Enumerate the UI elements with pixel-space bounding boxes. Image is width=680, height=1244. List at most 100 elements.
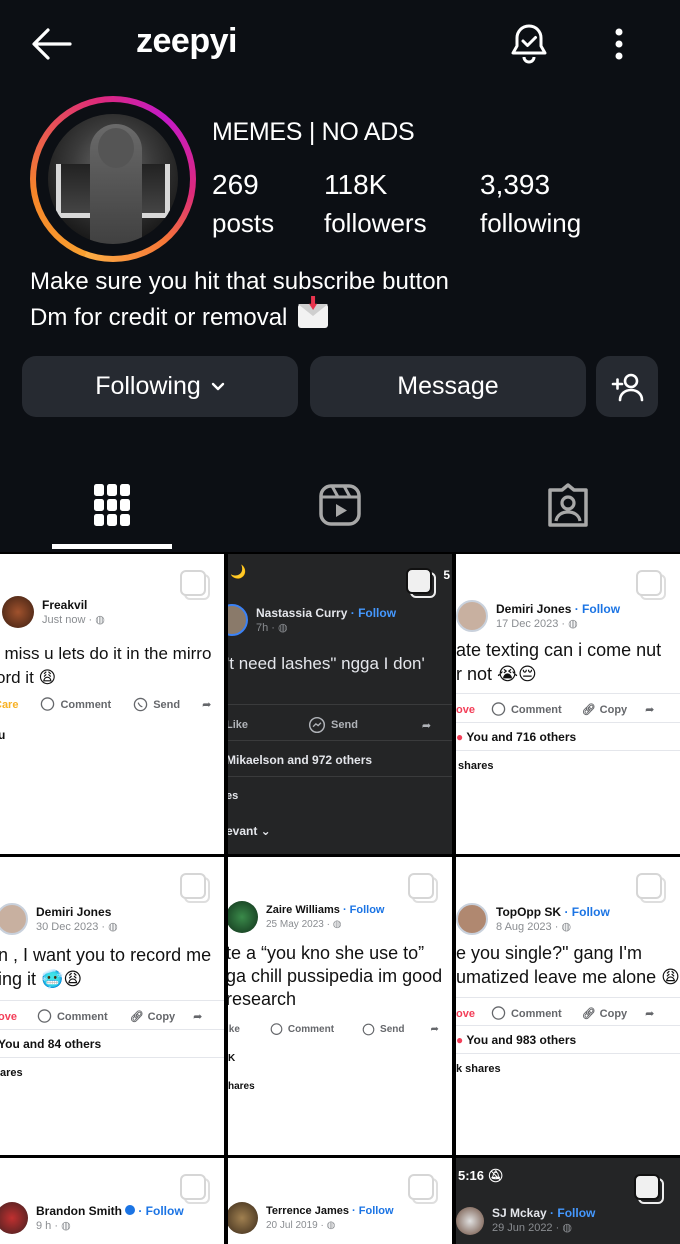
grid-post[interactable]: Brandon Smith · Follow 9 h · ◍ <box>0 1158 224 1244</box>
tab-posts-grid[interactable] <box>82 480 142 530</box>
care-action: Care <box>0 698 19 711</box>
posts-count: 269 <box>212 169 259 200</box>
follow-link[interactable]: · Follow <box>138 1204 183 1218</box>
post-meta: 17 Dec 2023 · ◍ <box>496 617 578 630</box>
comment-action: Comment <box>491 702 562 717</box>
post-shares: es <box>228 790 239 802</box>
post-shares: k shares <box>456 1063 501 1075</box>
comment-action: Comment <box>491 1006 562 1021</box>
post-meta: 9 h · ◍ <box>36 1219 71 1232</box>
follow-link[interactable]: · Follow <box>575 602 620 616</box>
post-meta: 29 Jun 2022 · ◍ <box>492 1222 572 1234</box>
post-header: Brandon Smith · Follow 9 h · ◍ <box>0 1202 184 1234</box>
post-actions: ove Comment 🔗︎ Copy ➦ <box>0 1009 202 1024</box>
post-actions: ike Comment Send ➦ <box>228 1023 439 1036</box>
stat-followers[interactable]: 118K followers <box>324 168 427 240</box>
posts-label: posts <box>212 208 275 238</box>
grid-post[interactable]: Freakvil Just now · ◍ i miss u lets do i… <box>0 554 224 854</box>
post-reactions: ● You and 716 others <box>456 730 577 744</box>
followers-label: followers <box>324 208 427 238</box>
divider <box>228 776 452 777</box>
share-icon: ➦ <box>202 699 212 711</box>
follow-link[interactable]: · Follow <box>343 904 385 916</box>
back-button[interactable] <box>28 24 76 64</box>
avatar-photo-hood <box>98 128 134 168</box>
grid-icon <box>94 484 130 526</box>
profile-username: zeepyi <box>136 22 237 60</box>
globe-icon: ◍ <box>95 613 105 626</box>
globe-icon: ◍ <box>326 1219 336 1231</box>
post-meta: 30 Dec 2023 · ◍ <box>36 920 118 933</box>
post-text: ate texting can i come nut r not 😭😔 <box>456 640 662 684</box>
follow-link[interactable]: · Follow <box>352 1205 394 1217</box>
carousel-icon <box>408 873 438 903</box>
carousel-icon <box>636 570 666 600</box>
carousel-icon <box>634 1174 664 1204</box>
post-text: n , I want you to record me ing it 🥶😩 <box>0 945 212 989</box>
divider <box>456 722 680 723</box>
post-reactions: u <box>0 728 6 742</box>
grid-post[interactable]: 🌙 5 Nastassia Curry · Follow 7h · ◍ 't n… <box>228 554 452 854</box>
comment-action: Comment <box>40 697 111 712</box>
grid-post[interactable]: Zaire Williams · Follow 25 May 2023 · ◍ … <box>228 857 452 1155</box>
love-action: ove <box>0 1010 17 1023</box>
bio-line-2-text: Dm for credit or removal <box>30 304 288 331</box>
more-vertical-icon <box>615 28 623 60</box>
post-meta: 8 Aug 2023 · ◍ <box>496 920 572 933</box>
post-author-name: SJ Mckay · Follow <box>492 1206 596 1220</box>
post-author-avatar <box>228 901 258 933</box>
post-author-avatar <box>456 903 488 935</box>
comment-action: Comment <box>270 1023 334 1036</box>
status-bar-time: 5:16 🔕︎ <box>458 1168 505 1183</box>
more-options-button[interactable] <box>604 22 634 66</box>
post-author-name: Demiri Jones <box>36 904 112 919</box>
post-header: Demiri Jones 30 Dec 2023 · ◍ <box>0 903 118 935</box>
share-icon: ➦ <box>645 704 655 716</box>
grid-post[interactable]: TopOpp SK · Follow 8 Aug 2023 · ◍ e you … <box>456 857 680 1155</box>
share-icon: ➦ <box>421 719 432 732</box>
grid-post[interactable]: Demiri Jones 30 Dec 2023 · ◍ n , I want … <box>0 857 224 1155</box>
follow-link[interactable]: · Follow <box>564 905 609 919</box>
grid-post[interactable]: Terrence James · Follow 20 Jul 2019 · ◍ <box>228 1158 452 1244</box>
globe-icon: ◍ <box>278 621 288 634</box>
stat-posts[interactable]: 269 posts <box>212 168 274 240</box>
post-header: Nastassia Curry · Follow 7h · ◍ <box>228 604 396 636</box>
bell-muted-icon: 🔕︎ <box>487 1168 505 1183</box>
carousel-icon <box>408 1174 438 1204</box>
grid-post[interactable]: 5:16 🔕︎ SJ Mckay · Follow 29 Jun 2022 · … <box>456 1158 680 1244</box>
carousel-icon <box>180 570 210 600</box>
divider <box>228 704 452 705</box>
notifications-button[interactable] <box>506 20 552 68</box>
suggested-users-button[interactable] <box>596 356 658 417</box>
share-icon: ➦ <box>193 1011 203 1023</box>
post-actions: Care Comment Send ➦ <box>0 697 211 712</box>
stat-following[interactable]: 3,393 following <box>480 168 581 240</box>
like-action: Like <box>228 719 249 731</box>
person-add-icon <box>611 373 644 401</box>
story-ring[interactable] <box>30 96 196 262</box>
status-bar-battery: 5 <box>443 568 450 582</box>
carousel-icon <box>406 568 436 598</box>
tab-reels[interactable] <box>310 480 370 530</box>
carousel-icon <box>180 1174 210 1204</box>
following-button[interactable]: Following <box>22 356 298 417</box>
grid-post[interactable]: Demiri Jones · Follow 17 Dec 2023 · ◍ at… <box>456 554 680 854</box>
follow-link[interactable]: · Follow <box>351 606 396 620</box>
post-author-name: Terrence James · Follow <box>266 1204 394 1217</box>
copy-link-action: 🔗︎ Copy <box>129 1010 176 1024</box>
post-header: TopOpp SK · Follow 8 Aug 2023 · ◍ <box>456 903 610 935</box>
tab-tagged[interactable] <box>538 480 598 530</box>
post-author-name: Brandon Smith · Follow <box>36 1203 184 1218</box>
copy-link-action: 🔗︎ Copy <box>581 703 628 717</box>
post-shares: shares <box>458 760 494 772</box>
following-button-label: Following <box>95 372 201 400</box>
profile-display-name: MEMES | NO ADS <box>212 118 415 146</box>
divider <box>0 1029 224 1030</box>
post-header: SJ Mckay · Follow 29 Jun 2022 · ◍ <box>456 1206 595 1235</box>
post-meta: 7h · ◍ <box>256 621 288 634</box>
comment-filter: evant ⌄ <box>228 824 271 838</box>
follow-link[interactable]: · Follow <box>550 1206 595 1220</box>
message-button[interactable]: Message <box>310 356 586 417</box>
post-text: i miss u lets do it in the mirro ord it … <box>0 644 212 687</box>
messenger-send-action: Send <box>308 716 358 734</box>
